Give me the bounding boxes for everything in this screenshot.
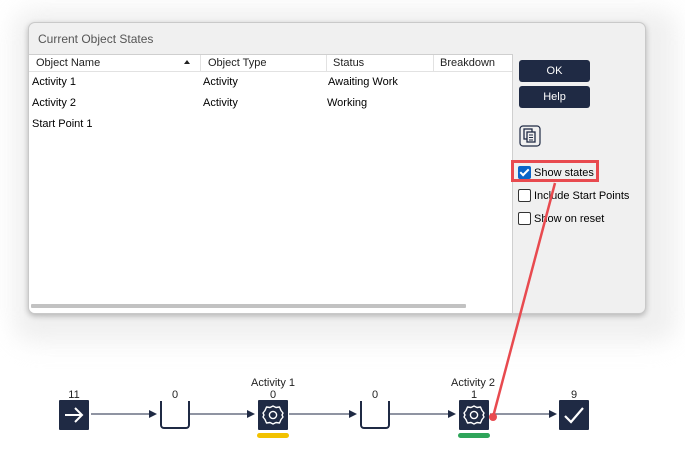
gear-icon	[262, 405, 284, 425]
activity-label: Activity 2	[450, 377, 495, 389]
activity-status-bar	[257, 433, 289, 438]
activity-node[interactable]	[459, 400, 489, 430]
end-point-node[interactable]	[559, 400, 589, 430]
start-point-node[interactable]	[59, 400, 89, 430]
queue-count: 0	[371, 389, 379, 401]
checkmark-icon	[564, 407, 584, 424]
activity-node[interactable]	[258, 400, 288, 430]
queue-node[interactable]	[160, 401, 190, 429]
queue-count: 0	[171, 389, 179, 401]
queue-node[interactable]	[360, 401, 390, 429]
show-states-highlight	[511, 160, 599, 182]
activity-status-bar	[458, 433, 490, 438]
activity-label: Activity 1	[250, 377, 295, 389]
gear-icon	[463, 405, 485, 425]
arrow-right-icon	[65, 407, 84, 423]
